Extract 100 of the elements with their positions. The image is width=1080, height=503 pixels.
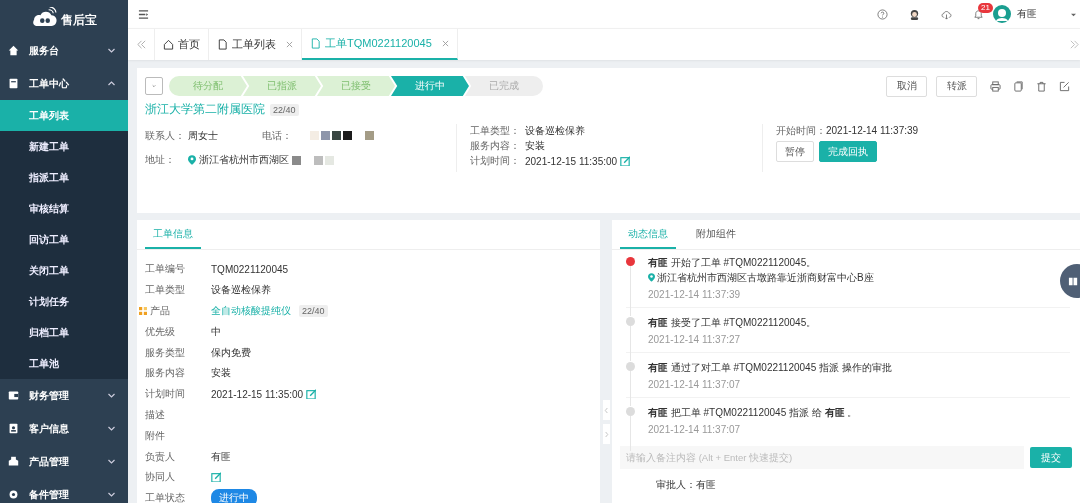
box-icon [8, 456, 19, 467]
field-label: 负责人 [145, 449, 175, 464]
document-icon [217, 39, 228, 50]
menu-icon[interactable] [138, 8, 149, 20]
menu-group[interactable]: 客户信息 [0, 412, 128, 445]
person-icon[interactable] [909, 8, 920, 20]
field-label: 工单类型 [145, 283, 185, 298]
field-value: 安装 [525, 139, 546, 153]
menu-group[interactable]: 备件管理 [0, 478, 128, 503]
user-name[interactable]: 有匪 [1017, 7, 1037, 21]
event-time: 2021-12-14 11:37:07 [648, 379, 742, 390]
logo-text: 售后宝 [60, 11, 97, 29]
help-icon[interactable] [877, 8, 888, 20]
menu-label: 工单中心 [29, 76, 69, 91]
trash-icon[interactable] [1036, 80, 1047, 92]
menu-label: 客户信息 [29, 421, 69, 436]
page-tab[interactable]: 工单列表 [209, 29, 302, 60]
doc-icon [8, 78, 19, 89]
tab-label: 工单列表 [232, 37, 276, 52]
event-text: 有匪 通过了对工单 #TQM0221120045 指派 操作的审批 [648, 361, 893, 375]
collapse-dropdown-button[interactable] [145, 77, 163, 95]
edit-icon[interactable] [1059, 80, 1070, 92]
action-button[interactable]: 取消 [886, 75, 927, 97]
menu-item[interactable]: 新建工单 [0, 131, 128, 162]
menu-item[interactable]: 归档工单 [0, 317, 128, 348]
menu-item[interactable]: 回访工单 [0, 224, 128, 255]
field-label: 工单类型： [470, 124, 521, 138]
cloud-logo-icon [31, 7, 58, 27]
document-icon [310, 38, 321, 49]
menu-group[interactable]: 财务管理 [0, 379, 128, 412]
event-text: 有匪 把工单 #TQM0221120045 指派 给 有匪 。 [648, 406, 859, 420]
location-pin-icon [188, 155, 196, 166]
close-icon[interactable] [286, 41, 293, 48]
menu-item[interactable]: 审核结算 [0, 193, 128, 224]
event-location: 浙江省杭州市西湖区古墩路靠近浙商财富中心B座 [657, 271, 874, 285]
approver-text: 审批人：有匪 [656, 478, 717, 492]
menu-label: 服务台 [29, 43, 59, 58]
redacted-address [292, 155, 334, 166]
field-value: 保内免费 [211, 345, 251, 360]
field-label: 产品 [150, 304, 170, 318]
menu-item[interactable]: 工单池 [0, 348, 128, 379]
field-label: 开始时间： [776, 125, 826, 136]
action-button[interactable]: 暂停 [776, 141, 814, 162]
print-icon[interactable] [990, 80, 1001, 92]
menu-group[interactable]: 服务台 [0, 34, 128, 67]
event-text: 有匪 接受了工单 #TQM0221120045。 [648, 316, 818, 330]
menu-item[interactable]: 关闭工单 [0, 255, 128, 286]
page-tab[interactable]: 首页 [155, 29, 209, 60]
start-time: 2021-12-14 11:37:39 [826, 125, 919, 136]
field-value: TQM0221120045 [211, 263, 289, 275]
menu-item[interactable]: 计划任务 [0, 286, 128, 317]
field-value: 有匪 [211, 449, 231, 464]
field-value: 设备巡检保养 [211, 283, 271, 298]
field-value: 2021-12-15 11:35:00 [211, 388, 304, 400]
count-badge: 22/40 [299, 305, 328, 317]
field-label: 联系人： [145, 128, 186, 143]
field-label: 优先级 [145, 324, 175, 339]
double-chevron-right-icon[interactable] [1069, 39, 1080, 50]
panel-tab[interactable]: 附加组件 [688, 220, 744, 249]
edit-icon[interactable] [620, 156, 631, 166]
chevron-right-icon [603, 430, 609, 438]
double-chevron-left-icon [135, 39, 147, 50]
collapse-right-handle[interactable] [602, 424, 610, 444]
cloud-download-icon[interactable] [941, 8, 952, 20]
event-time: 2021-12-14 11:37:39 [648, 289, 742, 300]
field-label: 服务内容： [470, 139, 521, 153]
field-label: 服务类型 [145, 345, 185, 360]
collapse-left-handle[interactable] [602, 400, 610, 420]
field-label: 服务内容 [145, 366, 185, 381]
chevron-left-icon [603, 406, 609, 414]
field-label: 电话： [262, 128, 293, 143]
avatar-icon[interactable] [993, 5, 1011, 23]
menu-group[interactable]: 工单中心 [0, 67, 128, 100]
field-label: 计划时间： [470, 154, 521, 168]
tab-label: 首页 [178, 37, 200, 52]
menu-item[interactable]: 指派工单 [0, 162, 128, 193]
edit-icon[interactable] [211, 472, 221, 483]
copy-icon[interactable] [1013, 80, 1024, 92]
notification-badge: 21 [978, 2, 993, 13]
field-value: 周女士 [188, 128, 219, 143]
location-pin-icon [648, 273, 655, 282]
home-icon [163, 39, 174, 50]
action-button[interactable]: 转派 [936, 75, 977, 97]
tab-label: 工单TQM0221120045 [325, 36, 432, 51]
menu-group[interactable]: 产品管理 [0, 445, 128, 478]
bell-icon[interactable] [973, 8, 984, 20]
field-value: 设备巡检保养 [525, 124, 586, 138]
progress-step: 待分配 [169, 76, 247, 96]
field-label: 计划时间 [145, 387, 185, 402]
close-icon[interactable] [441, 40, 449, 47]
progress-step: 已接受 [317, 76, 395, 96]
menu-label: 备件管理 [29, 487, 69, 502]
event-text: 有匪 开始了工单 #TQM0221120045。 [648, 256, 818, 270]
edit-icon[interactable] [306, 389, 317, 400]
field-label: 附件 [145, 428, 165, 443]
menu-label: 财务管理 [29, 388, 69, 403]
count-badge: 22/40 [270, 103, 299, 116]
field-label: 工单状态 [145, 491, 185, 503]
caret-icon[interactable] [1071, 11, 1076, 17]
contact-icon [8, 423, 19, 434]
